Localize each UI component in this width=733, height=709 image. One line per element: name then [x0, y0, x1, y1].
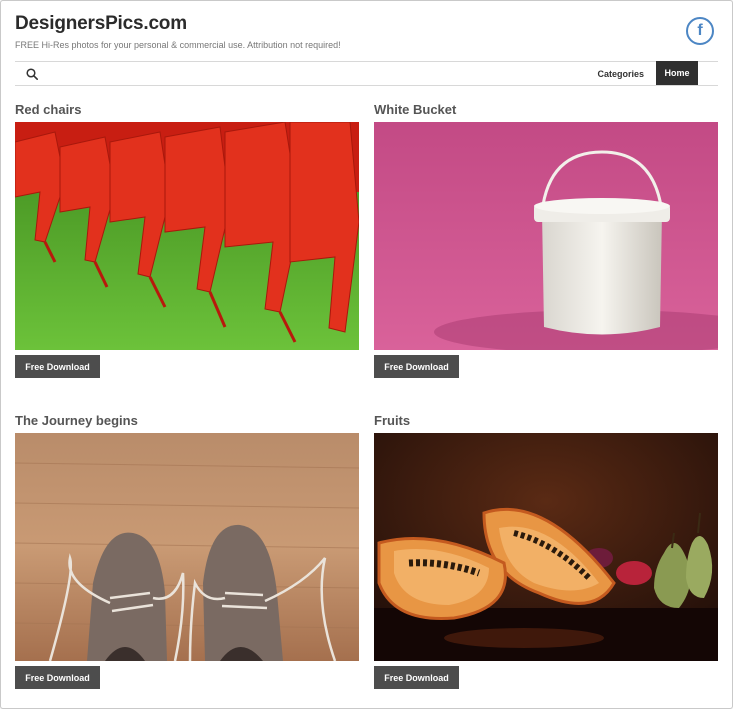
white-bucket-photo[interactable] [374, 122, 718, 350]
photo-card: The Journey begins Free Download [15, 413, 359, 693]
page-frame: DesignersPics.com FREE Hi-Res photos for… [0, 0, 733, 709]
fruits-photo[interactable] [374, 433, 718, 661]
photo-card: Red chairs Free Download [15, 102, 359, 382]
navbar: Categories Home [15, 61, 718, 86]
free-download-button[interactable]: Free Download [374, 666, 459, 689]
nav-home[interactable]: Home [656, 61, 698, 85]
nav-categories[interactable]: Categories [597, 62, 644, 85]
photo-card: White Bucket Free Download [374, 102, 718, 382]
free-download-button[interactable]: Free Download [15, 666, 100, 689]
search-icon[interactable] [26, 68, 38, 80]
free-download-button[interactable]: Free Download [15, 355, 100, 378]
card-title[interactable]: White Bucket [374, 102, 456, 117]
card-title[interactable]: Fruits [374, 413, 410, 428]
free-download-button[interactable]: Free Download [374, 355, 459, 378]
red-chairs-photo[interactable] [15, 122, 359, 350]
site-title[interactable]: DesignersPics.com [15, 13, 187, 35]
photo-card: Fruits Free Download [374, 413, 718, 693]
journey-shoes-photo[interactable] [15, 433, 359, 661]
site-tagline: FREE Hi-Res photos for your personal & c… [15, 40, 341, 50]
card-title[interactable]: The Journey begins [15, 413, 138, 428]
card-title[interactable]: Red chairs [15, 102, 81, 117]
facebook-icon[interactable]: f [686, 17, 714, 45]
